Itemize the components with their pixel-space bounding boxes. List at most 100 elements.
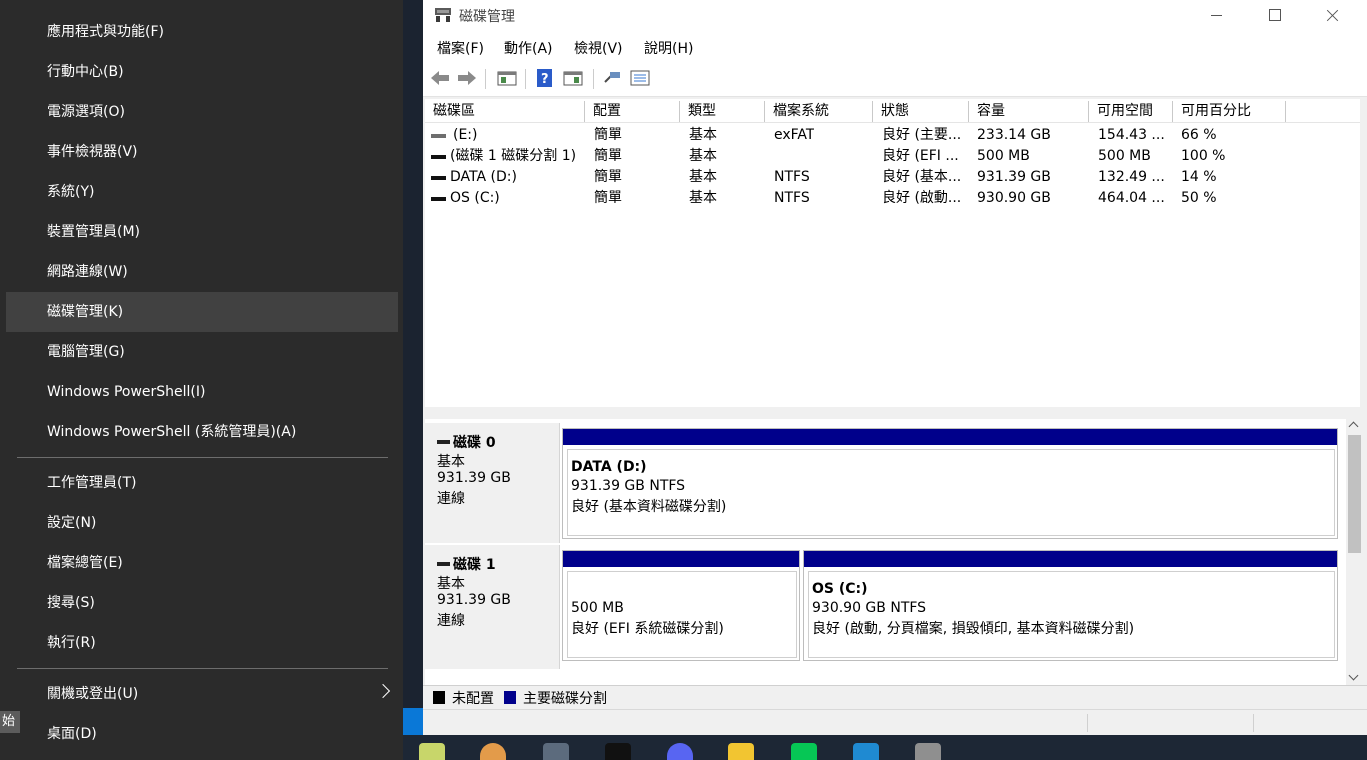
- disk-management-app-icon: [435, 8, 451, 22]
- cell-type: 基本: [689, 127, 717, 143]
- menu-item-search[interactable]: 搜尋(S): [6, 583, 398, 623]
- scrollbar-thumb[interactable]: [1348, 435, 1361, 553]
- menu-item-power-options[interactable]: 電源選項(O): [6, 92, 398, 132]
- disk-icon: [437, 440, 450, 444]
- pane-splitter[interactable]: [423, 407, 1367, 419]
- volume-icon: [431, 176, 446, 180]
- cell-free-space: 154.43 ...: [1098, 127, 1165, 143]
- menu-item-powershell[interactable]: Windows PowerShell(I): [6, 372, 398, 412]
- cell-volume: (磁碟 1 磁碟分割 1): [450, 148, 577, 164]
- disk-graphical-view: 磁碟 0 基本 931.39 GB 連線 DATA (D:) 931.39 GB…: [425, 419, 1346, 685]
- cell-status: 良好 (啟動...: [882, 190, 962, 206]
- menu-item-device-manager[interactable]: 裝置管理員(M): [6, 212, 398, 252]
- menu-item-network-connections[interactable]: 網路連線(W): [6, 252, 398, 292]
- menu-item-computer-management[interactable]: 電腦管理(G): [6, 332, 398, 372]
- rescan-icon[interactable]: [601, 68, 623, 88]
- cell-layout: 簡單: [594, 169, 622, 185]
- primary-partition-swatch: [504, 691, 516, 704]
- minimize-button[interactable]: [1187, 0, 1245, 32]
- cell-type: 基本: [689, 190, 717, 206]
- menu-separator: [17, 668, 388, 669]
- menu-help[interactable]: 說明(H): [644, 38, 693, 58]
- properties-icon[interactable]: [562, 68, 584, 88]
- menu-item-desktop[interactable]: 桌面(D): [6, 714, 398, 754]
- table-row[interactable]: OS (C:) 簡單 基本 NTFS 良好 (啟動... 930.90 GB 4…: [425, 188, 1360, 209]
- notepad-app-icon[interactable]: [419, 743, 445, 760]
- menu-item-system[interactable]: 系統(Y): [6, 172, 398, 212]
- partition-os-c[interactable]: OS (C:) 930.90 GB NTFS 良好 (啟動, 分頁檔案, 損毀傾…: [803, 550, 1338, 661]
- window-title: 磁碟管理: [459, 9, 515, 25]
- disk-view-scrollbar[interactable]: [1346, 419, 1363, 685]
- menu-item-settings[interactable]: 設定(N): [6, 503, 398, 543]
- cell-free-percent: 100 %: [1181, 148, 1226, 164]
- menu-file[interactable]: 檔案(F): [437, 38, 484, 58]
- table-row[interactable]: (E:) 簡單 基本 exFAT 良好 (主要... 233.14 GB 154…: [425, 125, 1360, 146]
- cell-layout: 簡單: [594, 148, 622, 164]
- discord-app-icon[interactable]: [667, 743, 693, 760]
- cell-volume: DATA (D:): [450, 169, 517, 185]
- cell-type: 基本: [689, 148, 717, 164]
- table-row[interactable]: DATA (D:) 簡單 基本 NTFS 良好 (基本... 931.39 GB…: [425, 167, 1360, 188]
- menu-item-run[interactable]: 執行(R): [6, 623, 398, 663]
- back-arrow-icon[interactable]: [429, 68, 451, 88]
- menu-item-task-manager[interactable]: 工作管理員(T): [6, 463, 398, 503]
- disk-info[interactable]: 磁碟 0 基本 931.39 GB 連線: [425, 423, 560, 543]
- sticky-app-icon[interactable]: [728, 743, 754, 760]
- disk-state: 連線: [437, 613, 465, 629]
- menu-item-shutdown-signout[interactable]: 關機或登出(U): [6, 674, 398, 714]
- partition-data-d[interactable]: DATA (D:) 931.39 GB NTFS 良好 (基本資料磁碟分割): [562, 428, 1338, 539]
- toolbar-separator: [525, 69, 526, 89]
- settings-list-icon[interactable]: [629, 68, 651, 88]
- forward-arrow-icon[interactable]: [456, 68, 478, 88]
- line-app-icon[interactable]: [791, 743, 817, 760]
- table-row[interactable]: (磁碟 1 磁碟分割 1) 簡單 基本 良好 (EFI ... 500 MB 5…: [425, 146, 1360, 167]
- scroll-down-icon[interactable]: [1348, 670, 1359, 681]
- column-header-free-percent[interactable]: 可用百分比: [1173, 101, 1286, 122]
- column-header-free-space[interactable]: 可用空間: [1089, 101, 1173, 122]
- column-header-capacity[interactable]: 容量: [969, 101, 1089, 122]
- column-header-layout[interactable]: 配置: [585, 101, 680, 122]
- cell-capacity: 931.39 GB: [977, 169, 1051, 185]
- menu-item-powershell-admin[interactable]: Windows PowerShell (系統管理員)(A): [6, 412, 398, 452]
- paint-app-icon[interactable]: [480, 743, 506, 760]
- menu-item-event-viewer[interactable]: 事件檢視器(V): [6, 132, 398, 172]
- column-header-type[interactable]: 類型: [680, 101, 765, 122]
- cell-status: 良好 (基本...: [882, 169, 962, 185]
- cat-app-icon[interactable]: [605, 743, 631, 760]
- console-tree-icon[interactable]: [496, 68, 518, 88]
- taskbar-search-edge: [403, 708, 423, 735]
- menu-item-disk-management[interactable]: 磁碟管理(K): [6, 292, 398, 332]
- volume-icon: [431, 134, 446, 138]
- cell-filesystem: NTFS: [774, 190, 810, 206]
- column-header-filesystem[interactable]: 檔案系統: [765, 101, 873, 122]
- menu-item-action-center[interactable]: 行動中心(B): [6, 52, 398, 92]
- menu-item-apps-features[interactable]: 應用程式與功能(F): [6, 12, 398, 52]
- menu-item-file-explorer[interactable]: 檔案總管(E): [6, 543, 398, 583]
- column-header-volume[interactable]: 磁碟區: [425, 101, 585, 122]
- column-header-status[interactable]: 狀態: [873, 101, 969, 122]
- disk-state: 連線: [437, 491, 465, 507]
- maximize-button[interactable]: [1245, 0, 1303, 32]
- start-button-stub[interactable]: 始: [0, 711, 20, 733]
- menu-view[interactable]: 檢視(V): [574, 38, 623, 58]
- primary-partition-bar: [804, 551, 1337, 567]
- cell-free-percent: 66 %: [1181, 127, 1217, 143]
- title-bar[interactable]: 磁碟管理: [423, 0, 1367, 32]
- vscode-app-icon[interactable]: [853, 743, 879, 760]
- close-button[interactable]: [1303, 0, 1361, 32]
- scroll-up-icon[interactable]: [1348, 421, 1359, 432]
- partition-efi[interactable]: 500 MB 良好 (EFI 系統磁碟分割): [562, 550, 800, 661]
- cell-layout: 簡單: [594, 190, 622, 206]
- cell-capacity: 500 MB: [977, 148, 1030, 164]
- cell-capacity: 930.90 GB: [977, 190, 1051, 206]
- volume-icon: [431, 155, 446, 159]
- volume-icon: [431, 197, 446, 201]
- menu-separator: [17, 457, 388, 458]
- menu-action[interactable]: 動作(A): [504, 38, 553, 58]
- disk-info[interactable]: 磁碟 1 基本 931.39 GB 連線: [425, 545, 560, 669]
- disk-management-taskbar-icon[interactable]: [915, 743, 941, 760]
- cell-free-space: 132.49 ...: [1098, 169, 1165, 185]
- calculator-app-icon[interactable]: [543, 743, 569, 760]
- cell-free-space: 464.04 ...: [1098, 190, 1165, 206]
- help-icon[interactable]: ?: [535, 68, 555, 88]
